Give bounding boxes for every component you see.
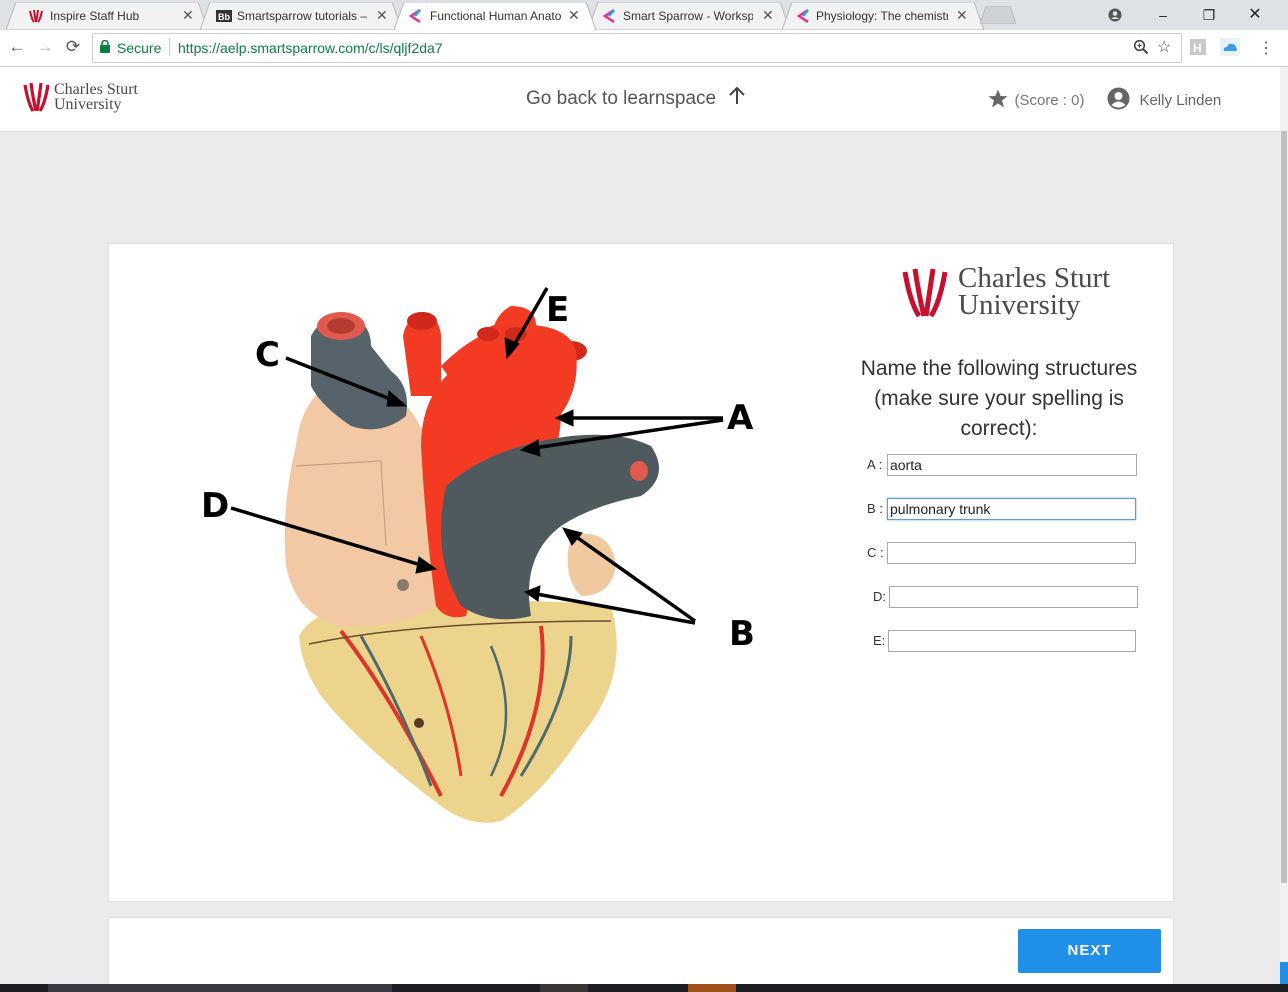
star-icon bbox=[988, 89, 1008, 108]
diagram-label-b: B bbox=[729, 614, 755, 654]
tab-title: Smartsparrow tutorials – bbox=[237, 9, 367, 23]
csu-logo-icon bbox=[23, 82, 50, 112]
logo-line1: Charles Sturt bbox=[54, 81, 138, 98]
close-icon[interactable]: ✕ bbox=[182, 7, 194, 24]
score-display: (Score : 0) bbox=[988, 89, 1084, 110]
csu-lesson-logo: Charles Sturt University bbox=[901, 264, 1110, 323]
vessel-opening bbox=[407, 312, 437, 330]
user-menu[interactable]: Kelly Linden bbox=[1107, 87, 1221, 110]
tab-title: Smart Sparrow - Worksp bbox=[623, 9, 753, 23]
csu-logo-icon bbox=[28, 8, 44, 24]
vessel-opening bbox=[327, 318, 355, 334]
address-bar[interactable]: Secure https://aelp.smartsparrow.com/c/l… bbox=[92, 33, 1182, 63]
close-icon[interactable]: ✕ bbox=[376, 7, 388, 24]
smartsparrow-icon bbox=[602, 8, 618, 24]
answer-field-a[interactable] bbox=[887, 454, 1137, 476]
next-button[interactable]: NEXT bbox=[1018, 929, 1161, 973]
back-link-label: Go back to learnspace bbox=[526, 88, 717, 109]
taskbar-item[interactable] bbox=[48, 984, 392, 992]
heart-diagram: A B C D E bbox=[201, 287, 755, 823]
lock-icon bbox=[100, 39, 110, 58]
user-name: Kelly Linden bbox=[1139, 92, 1222, 109]
answer-field-c[interactable] bbox=[887, 542, 1136, 564]
answer-field-e[interactable] bbox=[888, 630, 1136, 652]
minimize-button[interactable]: – bbox=[1140, 0, 1186, 30]
new-tab-button[interactable] bbox=[979, 5, 1017, 29]
profile-icon[interactable] bbox=[1092, 0, 1138, 30]
logo-line1: Charles Sturt bbox=[958, 262, 1111, 294]
left-auricle-shape bbox=[567, 534, 616, 596]
svg-text:H: H bbox=[1193, 41, 1202, 55]
blackboard-icon: Bb bbox=[216, 8, 232, 24]
diagram-label-a: A bbox=[727, 398, 754, 438]
logo-line2: University bbox=[54, 96, 122, 113]
vessel-opening bbox=[630, 461, 648, 481]
field-label-c: C : bbox=[867, 545, 884, 560]
field-label-e: E: bbox=[873, 633, 886, 648]
user-avatar-icon bbox=[1107, 87, 1130, 110]
browser-tab-inspire[interactable]: Inspire Staff Hub ✕ bbox=[6, 2, 208, 30]
url-text[interactable]: https://aelp.smartsparrow.com/c/ls/qljf2… bbox=[178, 40, 443, 56]
diagram-label-d: D bbox=[201, 486, 229, 526]
diagram-label-e: E bbox=[546, 290, 569, 330]
forward-arrow-icon[interactable]: → bbox=[34, 36, 56, 58]
divider bbox=[169, 38, 170, 56]
browser-tab-active[interactable]: Functional Human Anato ✕ bbox=[394, 2, 596, 30]
vessel-opening bbox=[477, 327, 499, 341]
csu-header-logo[interactable]: Charles Sturt University bbox=[22, 81, 138, 118]
answer-field-d[interactable] bbox=[889, 586, 1138, 608]
question-line: (make sure your spelling is bbox=[874, 387, 1124, 410]
specimen-pin bbox=[397, 579, 409, 591]
lesson-card: A B C D E Charles Sturt University Name … bbox=[108, 243, 1174, 902]
browser-tab-strip: Inspire Staff Hub ✕ Bb Smartsparrow tuto… bbox=[0, 0, 1288, 30]
close-icon[interactable]: ✕ bbox=[568, 7, 580, 24]
tab-title: Inspire Staff Hub bbox=[50, 9, 140, 23]
answer-field-b[interactable] bbox=[887, 498, 1136, 520]
secure-label: Secure bbox=[117, 40, 162, 56]
menu-dots-icon[interactable]: ⋮ bbox=[1258, 38, 1274, 58]
taskbar-item[interactable] bbox=[540, 984, 588, 992]
bookmark-star-icon[interactable]: ☆ bbox=[1157, 37, 1171, 57]
csu-logo-icon bbox=[902, 268, 948, 318]
question-text: Name the following structures (make sure… bbox=[839, 354, 1159, 444]
browser-tab-physiology[interactable]: Physiology: The chemistr ✕ bbox=[782, 2, 984, 30]
taskbar-item[interactable] bbox=[688, 984, 736, 992]
browser-tab-smartsparrow-tutorials[interactable]: Bb Smartsparrow tutorials – ✕ bbox=[200, 2, 402, 30]
logo-line2: University bbox=[958, 289, 1081, 321]
cloud-extension-icon[interactable] bbox=[1220, 38, 1240, 61]
specimen-pin bbox=[414, 718, 424, 728]
back-arrow-icon[interactable]: ← bbox=[6, 36, 28, 58]
close-icon[interactable]: ✕ bbox=[762, 7, 774, 24]
question-line: correct): bbox=[960, 417, 1038, 440]
tab-title: Functional Human Anato bbox=[430, 9, 562, 23]
restore-button[interactable]: ❐ bbox=[1186, 0, 1232, 30]
extension-h-icon[interactable]: H bbox=[1190, 39, 1206, 60]
smartsparrow-icon bbox=[408, 8, 424, 24]
scroll-indicator bbox=[1280, 962, 1288, 984]
zoom-icon[interactable] bbox=[1133, 39, 1149, 60]
score-text: (Score : 0) bbox=[1014, 92, 1085, 109]
page-scrollbar[interactable] bbox=[1280, 67, 1288, 984]
lesson-footer bbox=[108, 917, 1174, 985]
svg-text:Bb: Bb bbox=[218, 12, 230, 22]
browser-tab-workspace[interactable]: Smart Sparrow - Worksp ✕ bbox=[588, 2, 790, 30]
smartsparrow-icon bbox=[796, 8, 812, 24]
app-header: Charles Sturt University Go back to lear… bbox=[0, 67, 1280, 132]
diagram-label-c: C bbox=[255, 335, 280, 375]
browser-toolbar: ← → ⟳ Secure https://aelp.smartsparrow.c… bbox=[0, 30, 1288, 67]
tab-title: Physiology: The chemistr bbox=[816, 9, 948, 23]
field-label-d: D: bbox=[873, 589, 886, 604]
back-to-learnspace-link[interactable]: Go back to learnspace bbox=[526, 86, 745, 110]
close-icon[interactable]: ✕ bbox=[956, 7, 968, 24]
field-label-a: A : bbox=[867, 457, 883, 472]
question-line: Name the following structures bbox=[860, 357, 1138, 380]
reload-icon[interactable]: ⟳ bbox=[62, 36, 84, 58]
ventricles-shape bbox=[299, 601, 617, 823]
arrow-up-icon bbox=[728, 86, 745, 104]
close-window-button[interactable]: ✕ bbox=[1232, 0, 1278, 30]
os-taskbar bbox=[0, 984, 1288, 992]
field-label-b: B : bbox=[867, 501, 883, 516]
scrollbar-thumb[interactable] bbox=[1281, 131, 1287, 883]
